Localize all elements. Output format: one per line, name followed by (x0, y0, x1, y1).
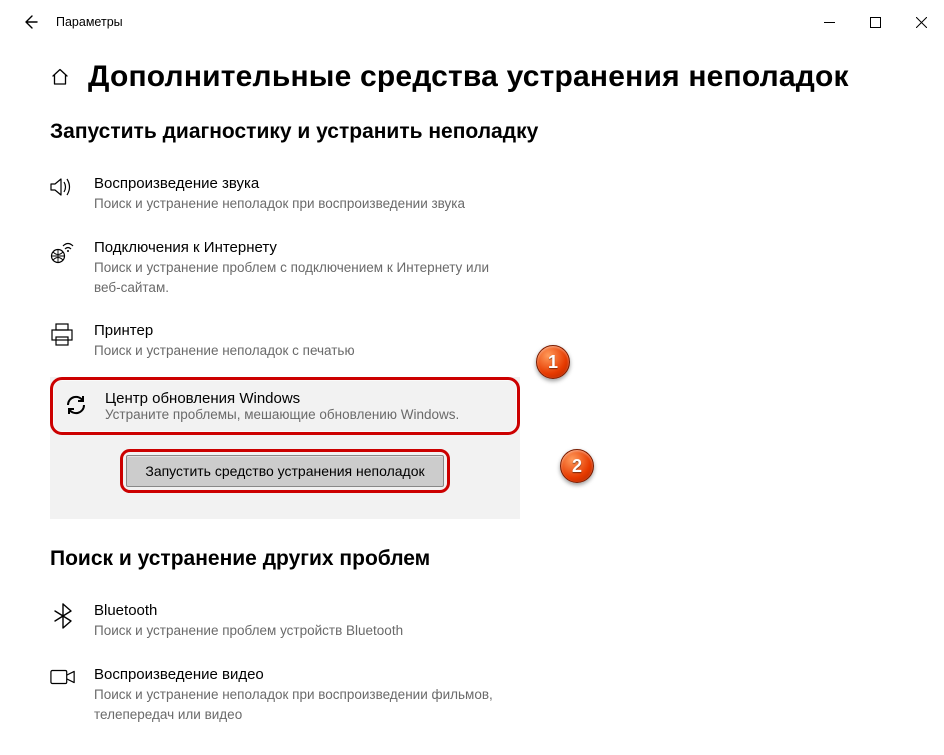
home-button[interactable] (50, 67, 70, 87)
troubleshooter-desc: Поиск и устранение неполадок с печатью (94, 341, 355, 361)
video-camera-icon (50, 665, 76, 687)
troubleshooter-bluetooth[interactable]: Bluetooth Поиск и устранение проблем уст… (50, 593, 894, 657)
section-title-other: Поиск и устранение других проблем (50, 547, 894, 571)
troubleshooter-label: Воспроизведение видео (94, 665, 514, 685)
troubleshooter-label: Воспроизведение звука (94, 174, 465, 194)
close-button[interactable] (898, 6, 944, 38)
troubleshooter-internet[interactable]: Подключения к Интернету Поиск и устранен… (50, 230, 894, 313)
troubleshooter-label: Центр обновления Windows (105, 390, 459, 407)
page-content: Дополнительные средства устранения непол… (0, 60, 944, 740)
run-troubleshooter-button[interactable]: Запустить средство устранения неполадок (126, 455, 443, 487)
title-bar: Параметры (0, 0, 944, 44)
close-icon (916, 17, 927, 28)
window-title: Параметры (56, 15, 123, 29)
troubleshooter-selected-block: Центр обновления Windows Устраните пробл… (50, 377, 520, 519)
troubleshooter-desc: Поиск и устранение неполадок при воспрои… (94, 685, 514, 724)
printer-icon (50, 321, 76, 347)
page-heading-row: Дополнительные средства устранения непол… (50, 60, 894, 94)
page-title: Дополнительные средства устранения непол… (88, 60, 849, 94)
window-controls (806, 6, 944, 38)
back-button[interactable] (8, 0, 52, 44)
troubleshooter-printer[interactable]: Принтер Поиск и устранение неполадок с п… (50, 313, 894, 377)
speaker-icon (50, 174, 76, 198)
troubleshooter-label: Принтер (94, 321, 355, 341)
home-icon (50, 67, 70, 87)
annotation-callout-1: 1 (536, 345, 570, 379)
troubleshooter-label: Bluetooth (94, 601, 403, 621)
troubleshooter-video-playback[interactable]: Воспроизведение видео Поиск и устранение… (50, 657, 894, 740)
troubleshooter-windows-update[interactable]: Центр обновления Windows Устраните пробл… (50, 377, 520, 435)
troubleshooter-desc: Поиск и устранение проблем устройств Blu… (94, 621, 403, 641)
run-button-highlight: Запустить средство устранения неполадок (120, 449, 449, 493)
minimize-button[interactable] (806, 6, 852, 38)
annotation-callout-2: 2 (560, 449, 594, 483)
troubleshooter-desc: Поиск и устранение неполадок при воспрои… (94, 194, 465, 214)
sync-icon (63, 390, 89, 418)
troubleshooter-audio[interactable]: Воспроизведение звука Поиск и устранение… (50, 166, 894, 230)
troubleshooter-label: Подключения к Интернету (94, 238, 514, 258)
maximize-icon (870, 17, 881, 28)
maximize-button[interactable] (852, 6, 898, 38)
troubleshooter-desc: Поиск и устранение проблем с подключение… (94, 258, 514, 297)
bluetooth-icon (50, 601, 76, 629)
wifi-globe-icon (50, 238, 76, 264)
troubleshooter-desc: Устраните проблемы, мешающие обновлению … (105, 407, 459, 422)
section-title-diagnose: Запустить диагностику и устранить непола… (50, 120, 894, 144)
minimize-icon (824, 17, 835, 28)
arrow-left-icon (22, 14, 38, 30)
